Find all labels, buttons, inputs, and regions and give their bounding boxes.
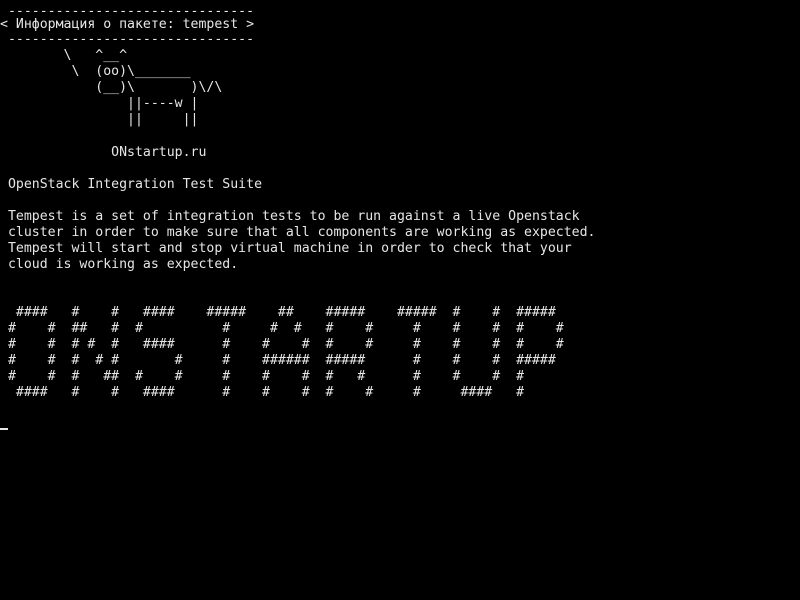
cow-art-line: \ ^__^ (0, 48, 128, 63)
banner-title: < Информация о пакете: tempest > (0, 17, 255, 32)
ascii-art-line: #### # # #### # # # # # # #### # (0, 385, 525, 400)
cursor-icon (0, 428, 8, 430)
description-line: Tempest will start and stop virtual mach… (0, 241, 572, 256)
banner-bottom-rule: ------------------------------- (0, 32, 255, 47)
cow-art-line: || || (0, 112, 199, 127)
page-heading: OpenStack Integration Test Suite (0, 177, 263, 192)
ascii-art-line: # # # ## # # # # # # # # # # # (0, 369, 525, 384)
description-line: Tempest is a set of integration tests to… (0, 209, 580, 224)
cow-art-line: (__)\ )\/\ (0, 80, 223, 95)
ascii-art-line: # # # # # #### # # # # # # # # # # (0, 337, 564, 352)
cow-art-line: ||----w | (0, 96, 199, 111)
ascii-art-line: #### # # #### ##### ## ##### ##### # # #… (0, 305, 556, 320)
description-line: cluster in order to make sure that all c… (0, 225, 596, 240)
ascii-art-line: # # ## # # # # # # # # # # # # (0, 321, 564, 336)
cow-art-line: \ (oo)\_______ (0, 64, 191, 79)
description-line: cloud is working as expected. (0, 257, 239, 272)
ascii-art-line: # # # # # # # ###### ##### # # # ##### (0, 353, 556, 368)
site-name: ONstartup.ru (0, 145, 207, 160)
terminal-screen[interactable]: ------------------------------- < Информ… (0, 0, 800, 600)
